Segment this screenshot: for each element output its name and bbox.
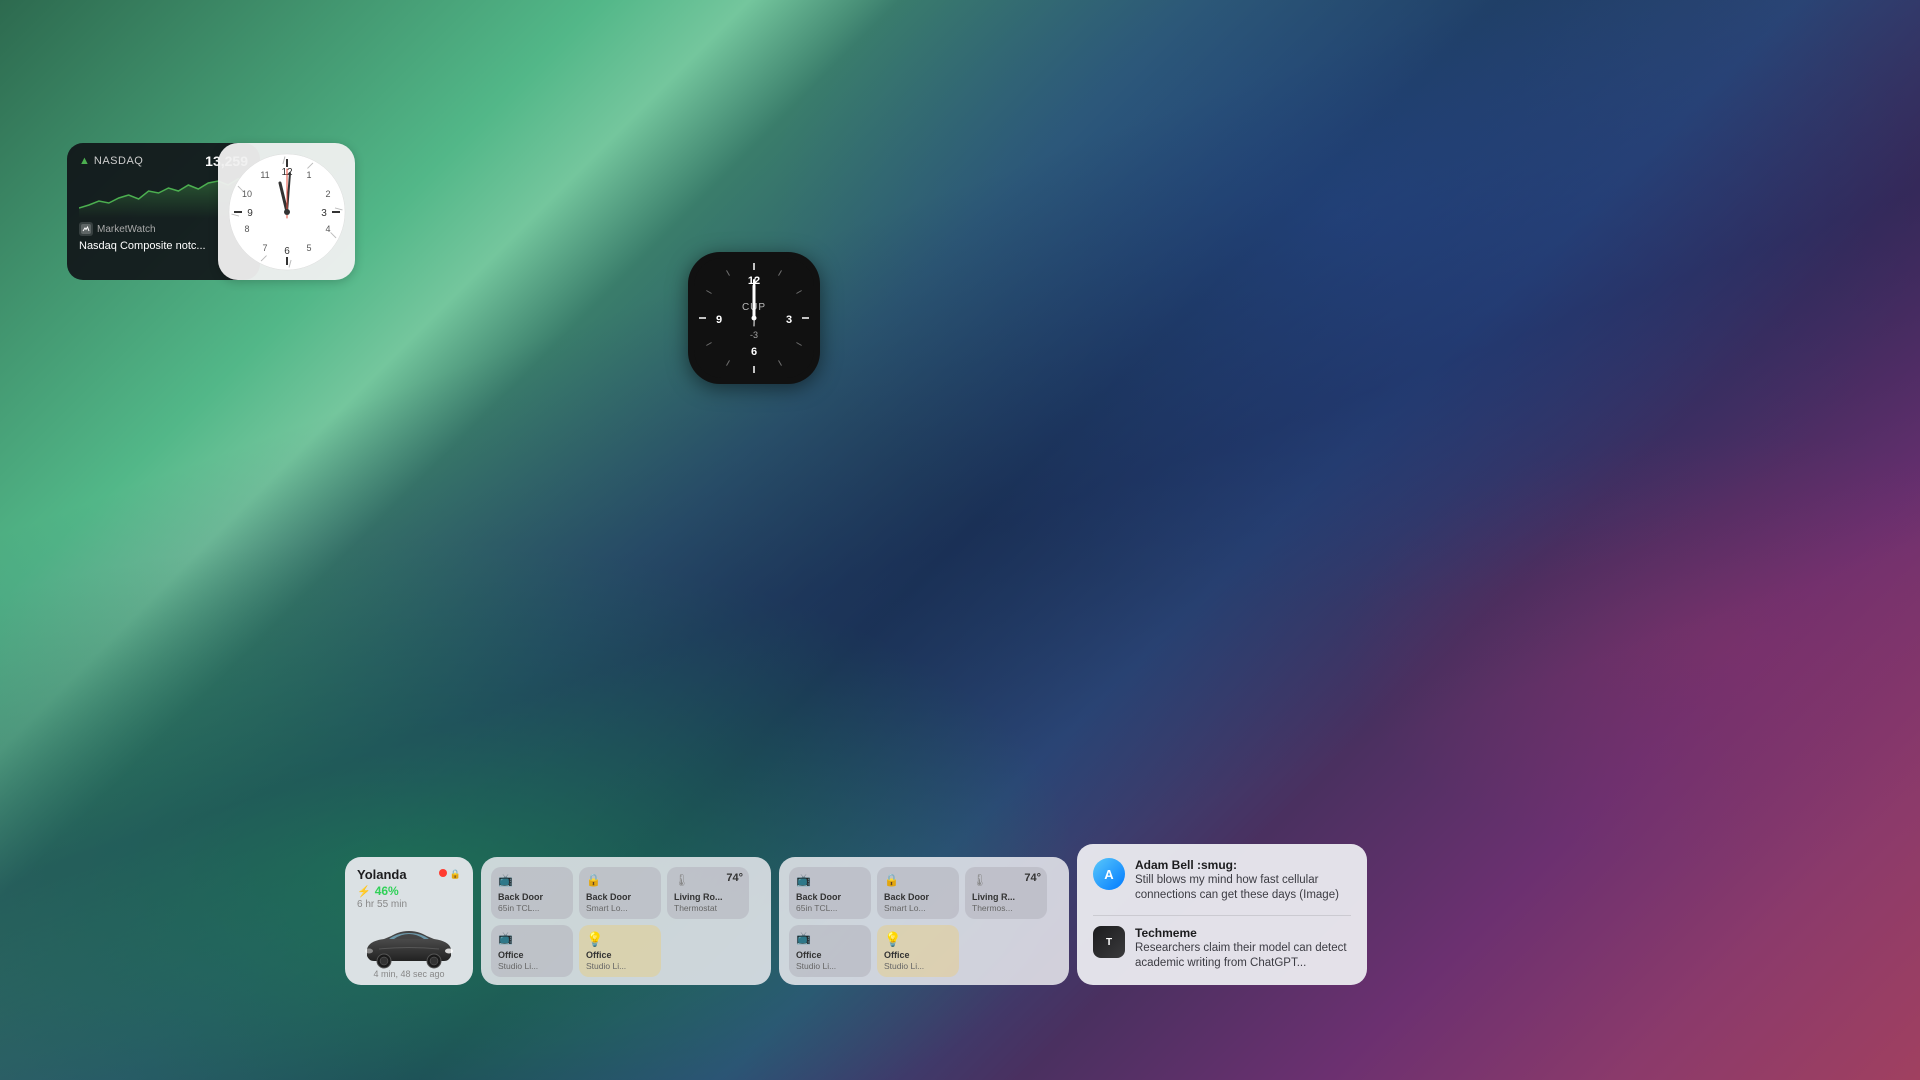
nasdaq-source: MarketWatch [97, 224, 156, 235]
home-group-1: 📺 Back Door 65in TCL... 🔒 Back Door Smar… [481, 857, 771, 985]
car-name: Yolanda [357, 867, 407, 882]
techmeme-sender: Techmeme [1135, 926, 1351, 940]
car-widget-header: Yolanda 🔒 [357, 867, 461, 882]
backdoor-lock-sub-2: Smart Lo... [884, 903, 952, 913]
home-tile-office-light[interactable]: 💡 Office Studio Li... [579, 925, 661, 977]
thermo-temp-2: 74° [1024, 872, 1041, 884]
tv-icon-2: 📺 [796, 873, 864, 887]
backdoor-tv-sub-2: 65in TCL... [796, 903, 864, 913]
svg-text:4: 4 [325, 224, 330, 234]
light-bulb-icon-2: 💡 [884, 931, 952, 948]
adam-text: Still blows my mind how fast cellular co… [1135, 873, 1351, 903]
home-group-2: 📺 Back Door 65in TCL... 🔒 Back Door Smar… [779, 857, 1069, 985]
svg-text:6: 6 [751, 346, 757, 358]
dark-watch-face[interactable]: 12 3 9 CUP -3 6 [688, 252, 820, 384]
home-tile-backdoor-lock-2[interactable]: 🔒 Back Door Smart Lo... [877, 867, 959, 919]
home-tile-office-tv-2[interactable]: 📺 Office Studio Li... [789, 925, 871, 977]
nasdaq-arrow: ▲ [79, 155, 90, 167]
office-light-sub-2: Studio Li... [884, 961, 952, 971]
car-image-svg [359, 921, 459, 973]
backdoor-lock-name-2: Back Door [884, 892, 952, 903]
car-timestamp: 4 min, 48 sec ago [345, 969, 473, 979]
home-tile-office-tv[interactable]: 📺 Office Studio Li... [491, 925, 573, 977]
nasdaq-label: NASDAQ [94, 155, 143, 167]
backdoor-lock-name: Back Door [586, 892, 654, 903]
office-tv-sub: Studio Li... [498, 961, 566, 971]
light-bulb-icon: 💡 [586, 931, 654, 948]
notification-divider [1093, 915, 1351, 916]
office-tv-sub-2: Studio Li... [796, 961, 864, 971]
svg-text:-3: -3 [750, 330, 758, 340]
car-status-icons: 🔒 [439, 869, 461, 880]
office-light-sub: Studio Li... [586, 961, 654, 971]
office-tv-name-2: Office [796, 950, 864, 961]
home-tile-backdoor-tv[interactable]: 📺 Back Door 65in TCL... [491, 867, 573, 919]
office-tv-icon: 📺 [498, 931, 566, 945]
thermo-temp: 74° [726, 872, 743, 884]
car-widget[interactable]: Yolanda 🔒 ⚡ 46% 6 hr 55 min [345, 857, 473, 985]
office-tv-icon-2: 📺 [796, 931, 864, 945]
svg-text:1: 1 [306, 170, 311, 180]
bottom-widgets-area: Yolanda 🔒 ⚡ 46% 6 hr 55 min [345, 844, 1367, 985]
office-tv-name: Office [498, 950, 566, 961]
adam-notification-content: Adam Bell :smug: Still blows my mind how… [1135, 858, 1351, 903]
lock-icon-2: 🔒 [884, 873, 952, 887]
thermostat-name-2: Living R... [972, 892, 1040, 903]
thermostat-sub-2: Thermos... [972, 903, 1040, 913]
svg-text:6: 6 [284, 246, 290, 257]
adam-avatar: A [1093, 858, 1125, 890]
car-battery-row: ⚡ 46% [357, 884, 461, 898]
analog-clock-widget[interactable]: 12 3 9 6 1 2 4 5 11 10 8 7 [218, 143, 355, 280]
techmeme-avatar: T [1093, 926, 1125, 958]
svg-text:9: 9 [247, 208, 253, 219]
office-light-name: Office [586, 950, 654, 961]
svg-text:3: 3 [786, 314, 792, 326]
car-charge-time: 6 hr 55 min [357, 899, 461, 910]
lock-icon-1: 🔒 [586, 873, 654, 887]
clock-face: 12 3 9 6 1 2 4 5 11 10 8 7 [228, 153, 346, 271]
notification-item-techmeme: T Techmeme Researchers claim their model… [1093, 926, 1351, 971]
svg-text:7: 7 [262, 243, 267, 253]
thermostat-name: Living Ro... [674, 892, 742, 903]
tv-icon: 📺 [498, 873, 566, 887]
svg-text:9: 9 [716, 314, 722, 326]
backdoor-tv-sub: 65in TCL... [498, 903, 566, 913]
techmeme-notification-content: Techmeme Researchers claim their model c… [1135, 926, 1351, 971]
svg-text:2: 2 [325, 189, 330, 199]
battery-percentage: 46% [375, 884, 399, 898]
office-light-name-2: Office [884, 950, 952, 961]
adam-sender: Adam Bell :smug: [1135, 858, 1351, 872]
home-tile-backdoor-tv-2[interactable]: 📺 Back Door 65in TCL... [789, 867, 871, 919]
car-lock-icon: 🔒 [450, 869, 461, 880]
home-tile-office-light-2[interactable]: 💡 Office Studio Li... [877, 925, 959, 977]
svg-text:3: 3 [321, 208, 327, 219]
svg-text:10: 10 [241, 189, 251, 199]
notification-panel[interactable]: A Adam Bell :smug: Still blows my mind h… [1077, 844, 1367, 985]
home-tile-thermostat-2[interactable]: 🌡 74° Living R... Thermos... [965, 867, 1047, 919]
home-tile-thermostat[interactable]: 🌡 74° Living Ro... Thermostat [667, 867, 749, 919]
battery-icon: ⚡ [357, 885, 371, 898]
backdoor-tv-name-2: Back Door [796, 892, 864, 903]
marketwatch-icon [79, 222, 93, 236]
home-tile-backdoor-lock[interactable]: 🔒 Back Door Smart Lo... [579, 867, 661, 919]
desktop-content: ▲ NASDAQ 13,259 [0, 0, 1920, 1080]
svg-text:5: 5 [306, 243, 311, 253]
backdoor-tv-name: Back Door [498, 892, 566, 903]
techmeme-text: Researchers claim their model can detect… [1135, 941, 1351, 971]
car-recording-dot [439, 869, 447, 877]
svg-text:11: 11 [260, 170, 269, 180]
svg-text:8: 8 [244, 224, 249, 234]
backdoor-lock-sub: Smart Lo... [586, 903, 654, 913]
thermostat-sub: Thermostat [674, 903, 742, 913]
notification-item-adam: A Adam Bell :smug: Still blows my mind h… [1093, 858, 1351, 903]
